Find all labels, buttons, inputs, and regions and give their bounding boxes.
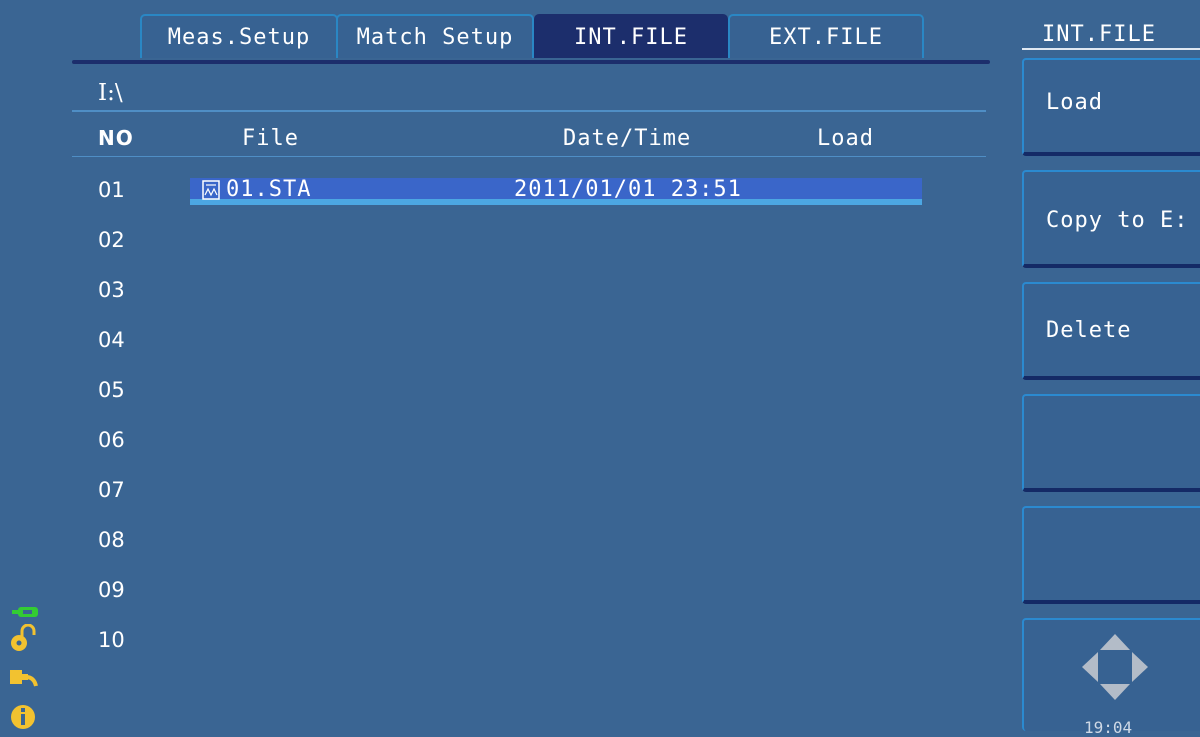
row-number: 03	[98, 278, 125, 302]
file-waveform-icon	[202, 180, 220, 200]
tab-label: EXT.FILE	[769, 24, 883, 50]
tab-meas-setup[interactable]: Meas.Setup	[140, 14, 338, 58]
file-name: 01.STA	[226, 177, 312, 202]
tab-int-file[interactable]: INT.FILE	[534, 14, 728, 58]
info-icon	[11, 705, 35, 729]
usb-icon	[12, 607, 38, 617]
delete-button[interactable]: Delete	[1022, 282, 1200, 380]
navigation-arrows-icon[interactable]	[1080, 632, 1150, 702]
row-number: 09	[98, 578, 125, 602]
load-button[interactable]: Load	[1022, 58, 1200, 156]
current-path: I:\	[98, 80, 123, 106]
row-number: 05	[98, 378, 125, 402]
softkey-empty-5[interactable]	[1022, 506, 1200, 604]
header-divider	[72, 156, 986, 157]
softkey-label: Delete	[1046, 318, 1132, 343]
tab-bar-underline	[72, 60, 990, 64]
column-header-no: NO	[98, 126, 134, 150]
softkey-label: Copy to E:	[1046, 208, 1189, 233]
column-header-datetime: Date/Time	[563, 126, 692, 151]
side-panel-title: INT.FILE	[1042, 22, 1156, 47]
clock: 19:04	[1084, 718, 1133, 737]
column-header-load: Load	[817, 126, 874, 151]
row-number: 01	[98, 178, 125, 202]
tab-label: Meas.Setup	[167, 24, 311, 50]
row-number: 02	[98, 228, 125, 252]
side-panel-title-divider	[1022, 48, 1200, 50]
tab-label: Match Setup	[356, 24, 514, 50]
softkey-empty-4[interactable]	[1022, 394, 1200, 492]
unlock-icon	[11, 624, 36, 651]
tab-label: INT.FILE	[574, 24, 688, 50]
file-datetime: 2011/01/01 23:51	[514, 177, 742, 202]
row-number: 10	[98, 628, 125, 652]
row-number: 06	[98, 428, 125, 452]
tab-ext-file[interactable]: EXT.FILE	[728, 14, 924, 58]
power-plug-icon	[10, 670, 38, 687]
row-number: 04	[98, 328, 125, 352]
path-divider	[72, 110, 986, 112]
row-number: 07	[98, 478, 125, 502]
copy-to-e-button[interactable]: Copy to E:	[1022, 170, 1200, 268]
row-number: 08	[98, 528, 125, 552]
tab-match-setup[interactable]: Match Setup	[336, 14, 534, 58]
column-header-file: File	[242, 126, 299, 151]
softkey-label: Load	[1046, 90, 1103, 115]
